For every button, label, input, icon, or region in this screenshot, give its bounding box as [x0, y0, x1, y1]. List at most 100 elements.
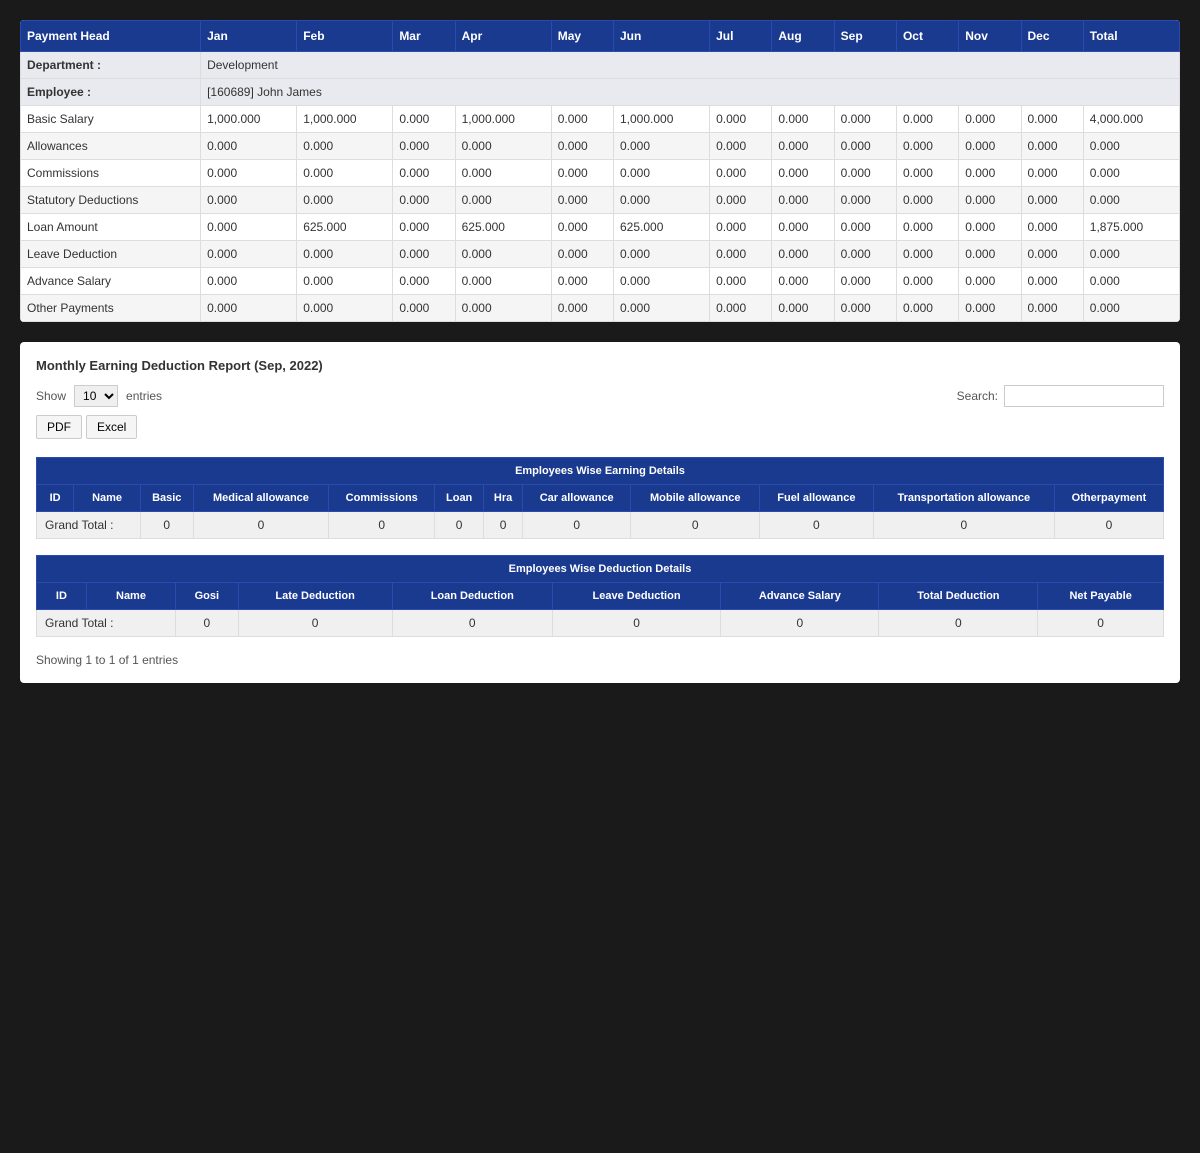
- cell-value: 0.000: [551, 133, 613, 160]
- cell-value: 625.000: [613, 214, 709, 241]
- cell-value: 0.000: [772, 106, 834, 133]
- row-label: Leave Deduction: [21, 241, 201, 268]
- cell-value: 0.000: [896, 241, 958, 268]
- controls-area: Show 10 25 50 entries PDF Excel Search:: [36, 385, 1164, 449]
- entries-select[interactable]: 10 25 50: [74, 385, 118, 407]
- cell-value: 0.000: [959, 106, 1021, 133]
- search-label: Search:: [957, 389, 998, 403]
- earning-col-header: Name: [74, 485, 141, 512]
- excel-button[interactable]: Excel: [86, 415, 137, 439]
- earning-table: Employees Wise Earning Details IDNameBas…: [36, 457, 1164, 539]
- grand-total-value: 0: [1054, 512, 1163, 539]
- cell-value: 0.000: [297, 295, 393, 322]
- cell-value: 0.000: [297, 160, 393, 187]
- cell-value: 0.000: [710, 268, 772, 295]
- cell-value: 0.000: [455, 295, 551, 322]
- cell-value: 0.000: [1083, 133, 1179, 160]
- cell-value: 0.000: [896, 133, 958, 160]
- cell-value: 0.000: [393, 241, 455, 268]
- grand-total-value: 0: [631, 512, 760, 539]
- cell-value: 0.000: [455, 187, 551, 214]
- department-value: Development: [201, 52, 1180, 79]
- cell-value: 0.000: [896, 187, 958, 214]
- payment-head-table: Payment HeadJanFebMarAprMayJunJulAugSepO…: [20, 20, 1180, 322]
- cell-value: 0.000: [1083, 241, 1179, 268]
- deduction-col-header: Leave Deduction: [552, 583, 720, 610]
- cell-value: 0.000: [772, 241, 834, 268]
- cell-value: 0.000: [455, 133, 551, 160]
- cell-value: 1,000.000: [297, 106, 393, 133]
- deduction-grand-total-value: 0: [552, 610, 720, 637]
- top-col-header: Mar: [393, 21, 455, 52]
- row-label: Advance Salary: [21, 268, 201, 295]
- row-label: Basic Salary: [21, 106, 201, 133]
- cell-value: 0.000: [959, 187, 1021, 214]
- pdf-button[interactable]: PDF: [36, 415, 82, 439]
- cell-value: 0.000: [959, 133, 1021, 160]
- cell-value: 0.000: [201, 187, 297, 214]
- top-col-header: Dec: [1021, 21, 1083, 52]
- grand-total-value: 0: [193, 512, 329, 539]
- cell-value: 4,000.000: [1083, 106, 1179, 133]
- earning-col-header: Basic: [140, 485, 193, 512]
- cell-value: 0.000: [710, 133, 772, 160]
- cell-value: 0.000: [1083, 160, 1179, 187]
- cell-value: 0.000: [1083, 187, 1179, 214]
- cell-value: 0.000: [393, 133, 455, 160]
- cell-value: 0.000: [896, 295, 958, 322]
- cell-value: 0.000: [613, 268, 709, 295]
- earning-col-header: Commissions: [329, 485, 435, 512]
- showing-text: Showing 1 to 1 of 1 entries: [36, 653, 1164, 667]
- cell-value: 1,000.000: [613, 106, 709, 133]
- cell-value: 0.000: [201, 295, 297, 322]
- cell-value: 0.000: [551, 160, 613, 187]
- deduction-col-header: Advance Salary: [721, 583, 879, 610]
- cell-value: 0.000: [1021, 214, 1083, 241]
- cell-value: 0.000: [834, 214, 896, 241]
- cell-value: 0.000: [710, 241, 772, 268]
- top-col-header: Nov: [959, 21, 1021, 52]
- search-input[interactable]: [1004, 385, 1164, 407]
- deduction-col-header: Total Deduction: [879, 583, 1038, 610]
- cell-value: 0.000: [1021, 106, 1083, 133]
- cell-value: 0.000: [551, 187, 613, 214]
- cell-value: 0.000: [201, 241, 297, 268]
- cell-value: 0.000: [613, 187, 709, 214]
- search-row: Search:: [957, 385, 1164, 407]
- cell-value: 0.000: [455, 268, 551, 295]
- employee-label: Employee :: [21, 79, 201, 106]
- deduction-grand-total-value: 0: [721, 610, 879, 637]
- grand-total-value: 0: [435, 512, 484, 539]
- top-col-header: Feb: [297, 21, 393, 52]
- employee-value: [160689] John James: [201, 79, 1180, 106]
- deduction-col-header: Gosi: [176, 583, 238, 610]
- deduction-col-header: Loan Deduction: [392, 583, 552, 610]
- cell-value: 0.000: [551, 295, 613, 322]
- cell-value: 0.000: [1021, 241, 1083, 268]
- cell-value: 0.000: [297, 268, 393, 295]
- deduction-grand-total-value: 0: [238, 610, 392, 637]
- cell-value: 0.000: [551, 214, 613, 241]
- earning-col-header: Transportation allowance: [873, 485, 1054, 512]
- cell-value: 0.000: [710, 106, 772, 133]
- earning-col-header: Fuel allowance: [760, 485, 874, 512]
- cell-value: 0.000: [1021, 133, 1083, 160]
- cell-value: 0.000: [1083, 268, 1179, 295]
- deduction-grand-total-value: 0: [1038, 610, 1164, 637]
- top-col-header: Total: [1083, 21, 1179, 52]
- deduction-grand-total-label: Grand Total :: [37, 610, 176, 637]
- left-controls: Show 10 25 50 entries PDF Excel: [36, 385, 162, 449]
- cell-value: 0.000: [297, 187, 393, 214]
- earning-col-header: Mobile allowance: [631, 485, 760, 512]
- cell-value: 0.000: [959, 214, 1021, 241]
- cell-value: 0.000: [613, 241, 709, 268]
- deduction-table-wrap: Employees Wise Deduction Details IDNameG…: [36, 555, 1164, 637]
- cell-value: 0.000: [1021, 187, 1083, 214]
- top-col-header: May: [551, 21, 613, 52]
- earning-col-header: Loan: [435, 485, 484, 512]
- row-label: Statutory Deductions: [21, 187, 201, 214]
- cell-value: 0.000: [834, 241, 896, 268]
- report-title: Monthly Earning Deduction Report (Sep, 2…: [36, 358, 1164, 373]
- top-col-header: Jul: [710, 21, 772, 52]
- cell-value: 0.000: [959, 160, 1021, 187]
